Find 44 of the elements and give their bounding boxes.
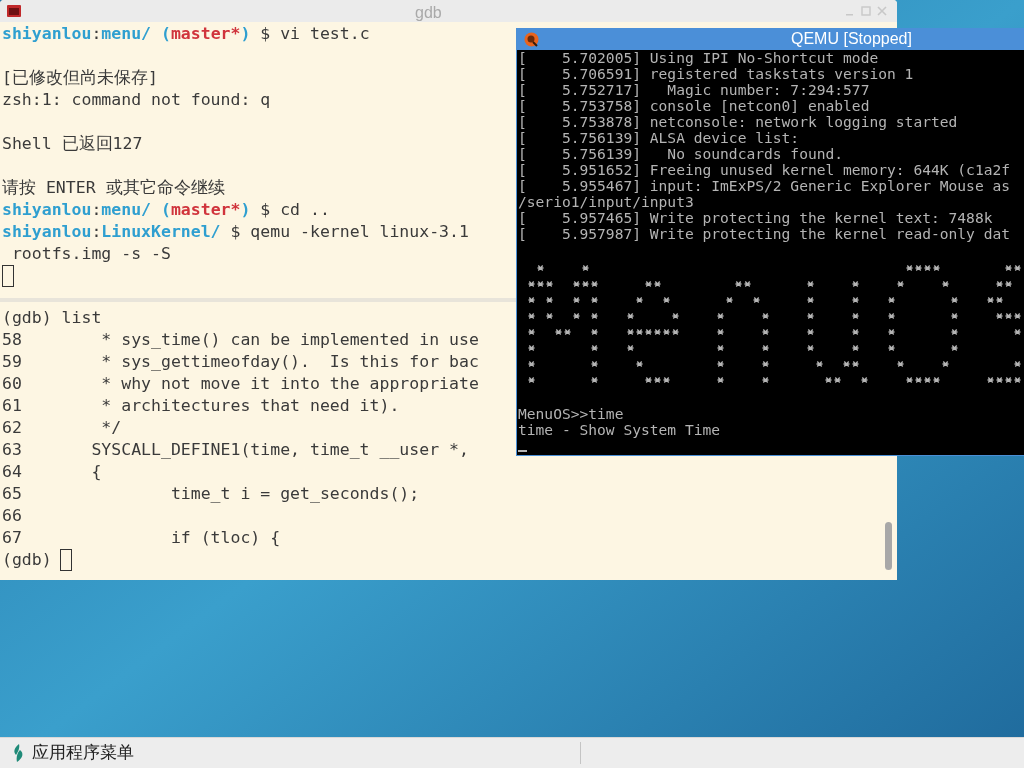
- console-line: [ 5.702005] Using IPI No-Shortcut mode: [518, 50, 879, 66]
- terminal-line: shiyanlou:menu/ (master*) $ cd ..: [2, 199, 330, 221]
- terminal-line: 67 if (tloc) {: [2, 527, 281, 549]
- terminal-line: 61 * architectures that need it).: [2, 395, 400, 417]
- close-icon[interactable]: [877, 6, 887, 16]
- scrollbar-thumb[interactable]: [885, 522, 892, 570]
- terminal-line: [已修改但尚未保存]: [2, 67, 158, 89]
- terminal-cursor: [2, 265, 14, 287]
- terminal-line: Shell 已返回127: [2, 133, 143, 155]
- terminal-line: shiyanlou:menu/ (master*) $ vi test.c: [2, 23, 370, 45]
- terminal-line: 60 * why not move it into the appropriate: [2, 373, 479, 395]
- console-line: [ 5.753878] netconsole: network logging started: [518, 114, 958, 130]
- terminal-line: (gdb) list: [2, 307, 102, 329]
- emulator-icon: [524, 31, 539, 47]
- terminal-line: (gdb): [2, 549, 52, 571]
- console-line: [ 5.756139] ALSA device list:: [518, 130, 800, 146]
- terminal-icon: [7, 5, 21, 17]
- terminal-line: shiyanlou:LinuxKernel/ $ qemu -kernel linux-3.1: [2, 221, 469, 243]
- terminal-line: 58 * sys_time() can be implemented in use: [2, 329, 479, 351]
- console-line: /serio1/input/input3: [518, 194, 694, 210]
- applications-menu-button[interactable]: 应用程序菜单: [12, 740, 140, 766]
- maximize-icon[interactable]: [861, 6, 871, 16]
- console-line: [ 5.955467] input: ImExPS/2 Generic Explorer Mouse as: [518, 178, 1011, 194]
- terminal-line: 64 {: [2, 461, 102, 483]
- terminal-line: 63 SYSCALL_DEFINE1(time, time_t __user *,: [2, 439, 469, 461]
- console-line: [ 5.753758] console [netcon0] enabled: [518, 98, 870, 114]
- window-title: QEMU [Stopped]: [791, 29, 912, 49]
- console-line: time - Show System Time: [518, 422, 721, 438]
- console-line: [ 5.706591] registered taskstats version 1: [518, 66, 914, 82]
- terminal-line: 59 * sys_gettimeofday(). Is this for bac: [2, 351, 479, 373]
- terminal-line: 62 */: [2, 417, 122, 439]
- terminal-line: 66: [2, 505, 22, 527]
- console-line: [ 5.957987] Write protecting the kernel read-only dat: [518, 226, 1011, 242]
- console-line: [ 5.957465] Write protecting the kernel text: 7488k: [518, 210, 993, 226]
- console-line: [ 5.756139] No soundcards found.: [518, 146, 844, 162]
- terminal-line: rootfs.img -s -S: [10, 243, 171, 265]
- window-title: gdb: [415, 3, 442, 23]
- console-line: [ 5.752717] Magic number: 7:294:577: [518, 82, 870, 98]
- console-line: MenuOS>>time: [518, 406, 624, 422]
- terminal-line: 65 time_t i = get_seconds();: [2, 483, 420, 505]
- console-line: [ 5.951652] Freeing unused kernel memory: 644K (c1a2f: [518, 162, 1011, 178]
- leaf-icon: [12, 744, 24, 762]
- terminal-line: 请按 ENTER 或其它命令继续: [2, 177, 225, 199]
- terminal-line: zsh:1: command not found: q: [2, 89, 271, 111]
